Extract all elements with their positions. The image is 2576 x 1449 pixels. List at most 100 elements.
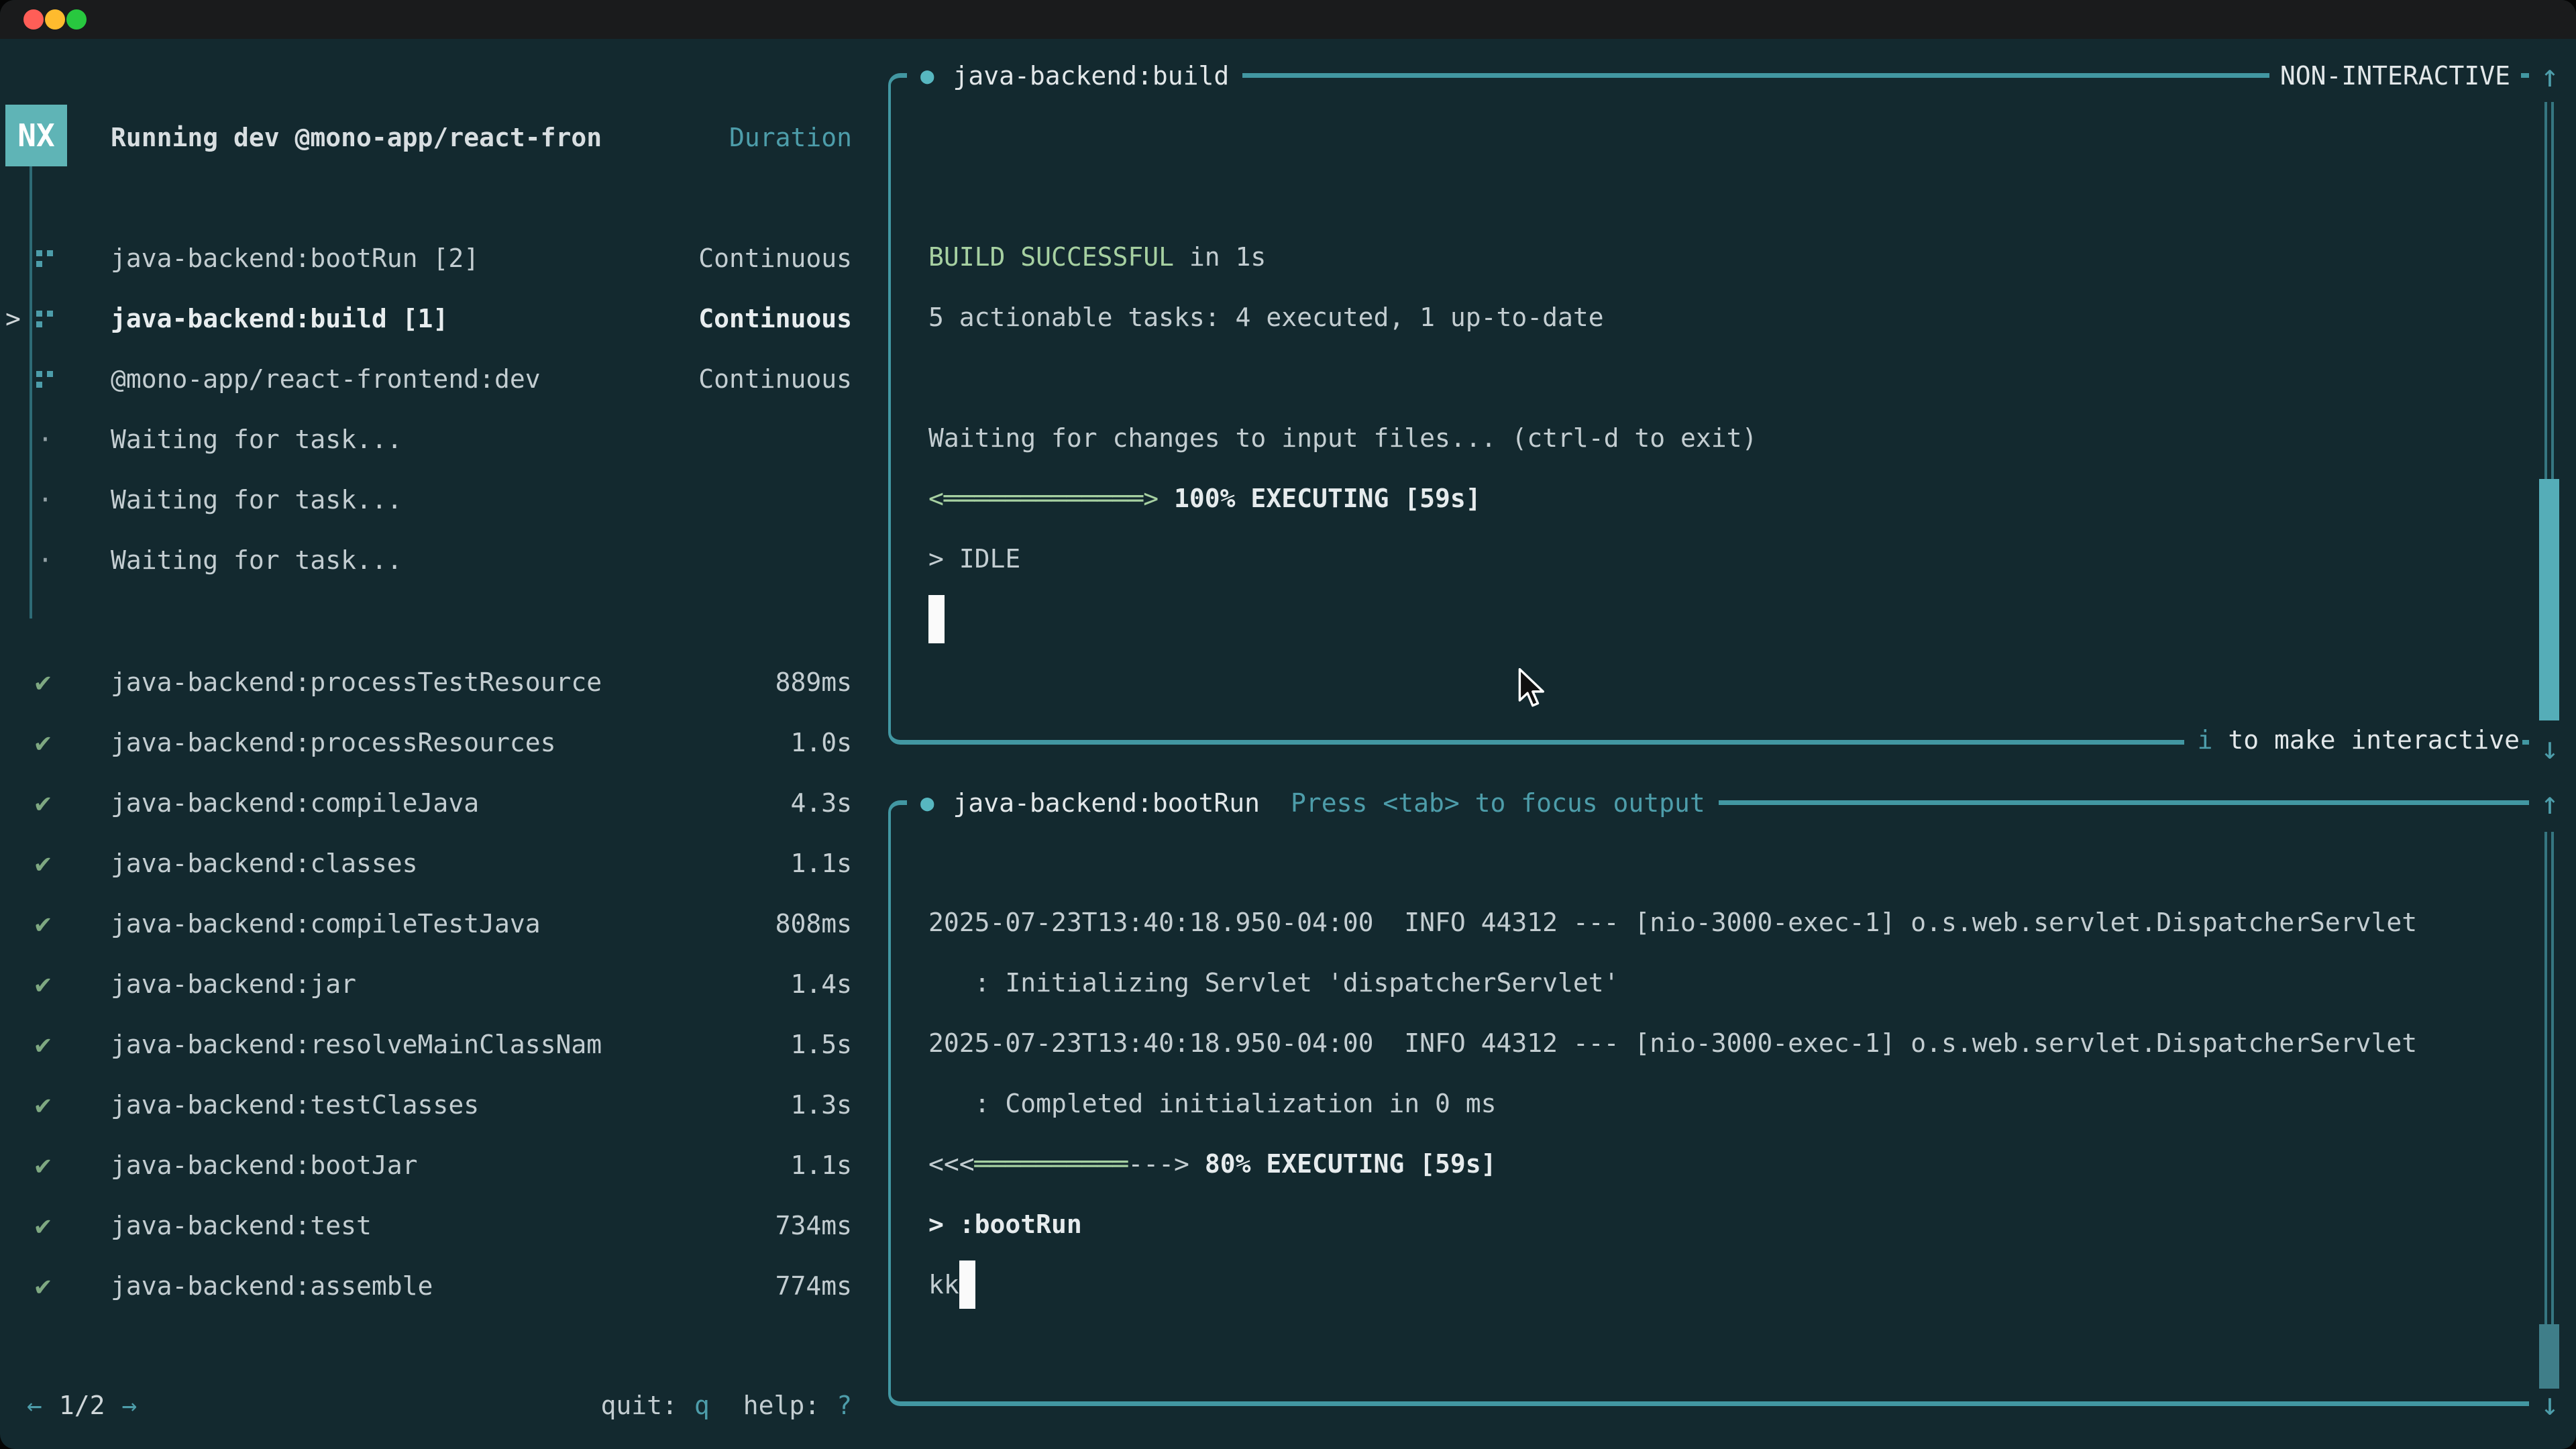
task-duration: 774ms [775,1271,852,1301]
task-row[interactable]: > · Waiting for task... [0,530,872,590]
terminal-cursor [959,1260,975,1309]
check-icon: ✔ [35,1029,51,1060]
gradle-progress-line: <<<══════════---> 80% EXECUTING [59s] [928,1134,2516,1194]
page-prev-icon[interactable]: ← [27,1391,42,1420]
bootrun-scroll-up-icon[interactable]: ↑ [2533,774,2567,832]
task-duration: 1.3s [790,1090,852,1120]
log-line: 2025-07-23T13:40:18.950-04:00 INFO 44312… [928,892,2516,953]
task-name: java-backend:compileTestJava [111,909,541,938]
bootrun-scroll-down-icon[interactable]: ↓ [2533,1375,2567,1433]
bootrun-scrollbar-track[interactable] [2544,832,2554,1324]
completed-task-row[interactable]: ✔ java-backend:testClasses 1.3s [0,1075,872,1135]
terminal-cursor [928,595,945,643]
help-label: help: [743,1391,820,1420]
check-icon: ✔ [35,969,51,1000]
duration-column-header: Duration [729,123,852,152]
build-scrollbar-track[interactable] [2544,102,2554,479]
tasks-summary-line: 5 actionable tasks: 4 executed, 1 up-to-… [928,287,2516,347]
non-interactive-badge: NON-INTERACTIVE [2269,46,2521,106]
task-name: Waiting for task... [111,545,402,575]
build-scroll-up-icon[interactable]: ↑ [2533,47,2567,105]
bootrun-output-panel: ● java-backend:bootRun Press <tab> to fo… [888,800,2529,1406]
task-name: java-backend:assemble [111,1271,433,1301]
task-duration: 1.1s [790,1150,852,1180]
minimize-button[interactable] [45,9,65,30]
progress-head-glyphs: <<< [928,1149,975,1179]
task-duration: 1.5s [790,1030,852,1059]
completed-task-row[interactable]: ✔ java-backend:jar 1.4s [0,954,872,1014]
task-name: java-backend:resolveMainClassNam [111,1030,602,1059]
task-name: java-backend:compileJava [111,788,479,818]
task-name: java-backend:testClasses [111,1090,479,1120]
completed-task-row[interactable]: ✔ java-backend:processTestResource 889ms [0,652,872,712]
check-icon: ✔ [35,1210,51,1241]
waiting-bullet-icon: · [38,425,53,454]
input-line[interactable]: kk [928,1254,2516,1315]
task-row[interactable]: > · Waiting for task... [0,470,872,530]
task-row[interactable]: > java-backend:build [1] Continuous [0,288,872,349]
blank-line [928,347,2516,408]
task-duration: 889ms [775,667,852,697]
task-row[interactable]: > @mono-app/react-frontend:dev Continuou… [0,349,872,409]
task-name: java-backend:processResources [111,728,555,757]
help-key: ? [837,1391,852,1420]
zoom-button[interactable] [66,9,87,30]
mouse-cursor-icon [1517,668,1547,716]
task-name: java-backend:bootJar [111,1150,418,1180]
task-name: java-backend:processTestResource [111,667,602,697]
task-active-dot-icon: ● [920,790,934,816]
quit-key: q [694,1391,710,1420]
task-duration: 808ms [775,909,852,938]
completed-task-row[interactable]: ✔ java-backend:classes 1.1s [0,833,872,894]
task-name: Waiting for task... [111,485,402,515]
waiting-changes-line: Waiting for changes to input files... (c… [928,408,2516,468]
completed-task-row[interactable]: ✔ java-backend:compileJava 4.3s [0,773,872,833]
terminal-window: NX Running dev @mono-app/react-fron Dura… [0,0,2576,1449]
check-icon: ✔ [35,788,51,818]
task-spinner-icon [36,311,42,317]
completed-task-row[interactable]: ✔ java-backend:test 734ms [0,1195,872,1256]
build-output-panel: ● java-backend:build NON-INTERACTIVE BUI… [888,73,2529,745]
bootrun-panel-title: java-backend:bootRun [953,788,1260,818]
log-line: : Completed initialization in 0 ms [928,1073,2516,1134]
task-row[interactable]: > java-backend:bootRun [2] Continuous [0,228,872,288]
bootrun-panel-header: ● java-backend:bootRun Press <tab> to fo… [907,773,1719,833]
log-line: : Initializing Servlet 'dispatcherServle… [928,953,2516,1013]
running-task-list: > java-backend:bootRun [2] Continuous > … [0,228,872,590]
completed-task-row[interactable]: ✔ java-backend:bootJar 1.1s [0,1135,872,1195]
task-row[interactable]: > · Waiting for task... [0,409,872,470]
build-scroll-down-icon[interactable]: ↓ [2533,719,2567,777]
focus-output-hint: Press <tab> to focus output [1291,788,1705,818]
page-next-icon[interactable]: → [122,1391,138,1420]
task-name: java-backend:classes [111,849,418,878]
check-icon: ✔ [35,727,51,758]
check-icon: ✔ [35,667,51,698]
task-name: Waiting for task... [111,425,402,454]
task-spinner-icon [36,250,42,256]
task-list-header: Running dev @mono-app/react-fron Duratio… [0,107,872,168]
idle-line: > IDLE [928,529,2516,589]
task-active-dot-icon: ● [920,62,934,89]
completed-task-row[interactable]: ✔ java-backend:compileTestJava 808ms [0,894,872,954]
task-duration: 1.1s [790,849,852,878]
progress-bar-glyphs: <═════════════> [928,484,1174,513]
task-status: Continuous [698,304,852,333]
task-duration: 1.0s [790,728,852,757]
task-name: java-backend:jar [111,969,356,999]
close-button[interactable] [23,9,44,30]
task-duration: 1.4s [790,969,852,999]
interactive-hint-key: i [2198,725,2213,755]
progress-tail-glyphs: ---> [1128,1149,1204,1179]
build-scrollbar-thumb[interactable] [2539,479,2559,720]
completed-task-row[interactable]: ✔ java-backend:assemble 774ms [0,1256,872,1316]
completed-task-row[interactable]: ✔ java-backend:resolveMainClassNam 1.5s [0,1014,872,1075]
bootrun-task-line: > :bootRun [928,1194,2516,1254]
interactive-hint: i to make interactive [2184,710,2522,770]
waiting-bullet-icon: · [38,485,53,515]
progress-status-text: 100% EXECUTING [59s] [1174,484,1481,513]
cursor-line [928,589,2516,649]
task-name: java-backend:build [1] [111,304,448,333]
build-terminal-output: BUILD SUCCESSFUL in 1s 5 actionable task… [928,227,2516,649]
completed-task-row[interactable]: ✔ java-backend:processResources 1.0s [0,712,872,773]
check-icon: ✔ [35,1089,51,1120]
